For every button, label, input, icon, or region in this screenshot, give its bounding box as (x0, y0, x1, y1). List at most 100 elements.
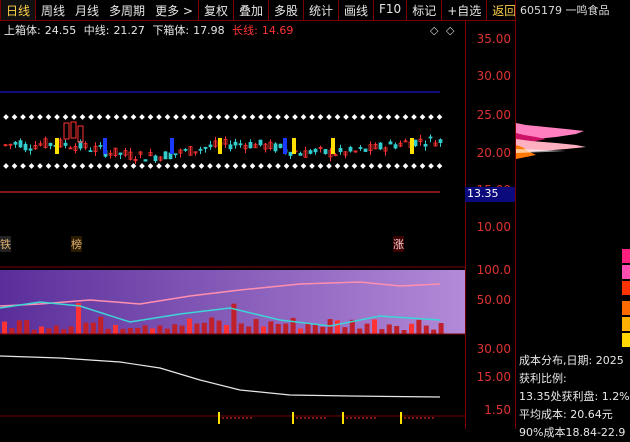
lower-box-dot (317, 163, 324, 169)
volume-bar (394, 326, 400, 334)
tab-daily[interactable]: 日线 (0, 0, 37, 20)
volume-bar (16, 320, 22, 334)
axis-tick: 50.00 (476, 293, 511, 307)
volume-bar (416, 319, 422, 334)
lower-box-dot (122, 163, 128, 169)
candle-body (118, 152, 123, 155)
add-watchlist-button[interactable]: +自选 (441, 0, 486, 20)
upper-box-dot (198, 114, 205, 120)
highlight-bar (170, 138, 174, 154)
more-menu-button[interactable]: 更多 > (150, 0, 198, 20)
candle-body (298, 153, 303, 156)
volume-bar (224, 324, 229, 334)
volume-bar (150, 328, 155, 334)
candle-body (98, 145, 103, 147)
tab-multi-period[interactable]: 多周期 (104, 0, 150, 20)
upper-box-dot (11, 114, 18, 120)
volume-bar (290, 317, 296, 334)
profit-at-price: 13.35处获利盘: 1.2% (519, 390, 630, 403)
lower-box-value: 17.98 (193, 24, 225, 37)
upper-box-dot (326, 114, 332, 120)
candle-body (70, 121, 77, 139)
candle-body (258, 139, 263, 146)
lower-box-dot (351, 163, 358, 169)
period-toolbar: 日线 周线 月线 多周期 更多 > 复权 叠加 多股 统计 画线 F10 标记 … (0, 0, 516, 21)
upper-box-dot (215, 114, 222, 120)
volume-bar (209, 317, 215, 334)
upper-box-dot (79, 114, 86, 120)
lower-box-dot (37, 163, 43, 169)
volume-bar (31, 329, 37, 334)
upper-box-dot (20, 114, 26, 120)
upper-box-dot (156, 114, 162, 120)
upper-box-dot (113, 114, 120, 120)
f10-button[interactable]: F10 (373, 0, 406, 20)
lower-box-dot (79, 163, 86, 169)
axis-tick: 10.00 (476, 220, 511, 234)
lower-box-dot (139, 163, 145, 169)
volume-bar (9, 327, 15, 334)
volume-bar (172, 324, 178, 334)
candle-body (228, 144, 233, 150)
volume-bar (275, 323, 281, 334)
draw-line-button[interactable]: 画线 (338, 0, 373, 20)
lower-box-dot (164, 163, 171, 169)
volume-bar (194, 323, 200, 334)
lower-box-dot (232, 163, 239, 169)
axis-tick: 1.50 (484, 403, 511, 417)
legend-stripe (622, 301, 630, 315)
upper-box-dot (275, 114, 281, 120)
upper-box-dot (105, 114, 111, 120)
kline-chart[interactable] (0, 20, 465, 429)
lower-box-dot (113, 163, 120, 169)
lower-box-dot (275, 163, 281, 169)
candle-body (278, 143, 283, 149)
upper-box-dot (224, 114, 230, 120)
cost-range-90: 90%成本18.84-22.9 (519, 426, 626, 439)
axis-tick: 35.00 (476, 32, 511, 46)
mid-line-label: 中线: (83, 24, 110, 37)
candle-body (338, 148, 343, 153)
upper-box-dot (232, 114, 239, 120)
upper-box-dot (343, 114, 349, 120)
upper-box-dot (394, 114, 400, 120)
lower-box-dot (343, 163, 349, 169)
upper-box-dot (334, 114, 341, 120)
upper-box-dot (173, 114, 179, 120)
stock-header: 605179 一鸣食品 (515, 0, 630, 21)
overlay-button[interactable]: 叠加 (232, 0, 268, 20)
volume-bar (179, 325, 185, 334)
legend-stripe (622, 281, 630, 295)
upper-box-dot (147, 114, 154, 120)
mark-button[interactable]: 标记 (406, 0, 441, 20)
upper-box-dot (309, 114, 315, 120)
lower-box-dot (377, 163, 383, 169)
multi-stock-button[interactable]: 多股 (267, 0, 303, 20)
tab-weekly[interactable]: 周线 (36, 0, 70, 20)
highlight-bar (410, 138, 414, 154)
candle-body (63, 142, 68, 146)
diamond-icon[interactable]: ◇ (430, 24, 438, 37)
adjust-button[interactable]: 复权 (197, 0, 233, 20)
upper-box-dot (436, 114, 443, 120)
candle-body (203, 146, 208, 149)
candle-body (143, 159, 148, 162)
volume-bar (423, 325, 429, 334)
volume-bar (24, 320, 30, 334)
candle-body (208, 144, 213, 148)
signal-marker (342, 412, 344, 424)
tab-monthly[interactable]: 月线 (70, 0, 104, 20)
highlight-bar (331, 138, 335, 154)
current-price-tag: 13.35 (465, 187, 515, 202)
stats-button[interactable]: 统计 (302, 0, 338, 20)
upper-box-dot (385, 114, 392, 120)
volume-bar (320, 326, 326, 334)
legend-stripe (622, 249, 630, 263)
lower-box-dot (96, 163, 103, 169)
settings-diamond-icon[interactable]: ◇ (446, 24, 454, 37)
volume-bar (431, 329, 437, 334)
volume-bar (83, 322, 89, 334)
candle-body (173, 153, 178, 156)
lower-box-dot (88, 163, 94, 169)
lower-box-dot (198, 163, 205, 169)
